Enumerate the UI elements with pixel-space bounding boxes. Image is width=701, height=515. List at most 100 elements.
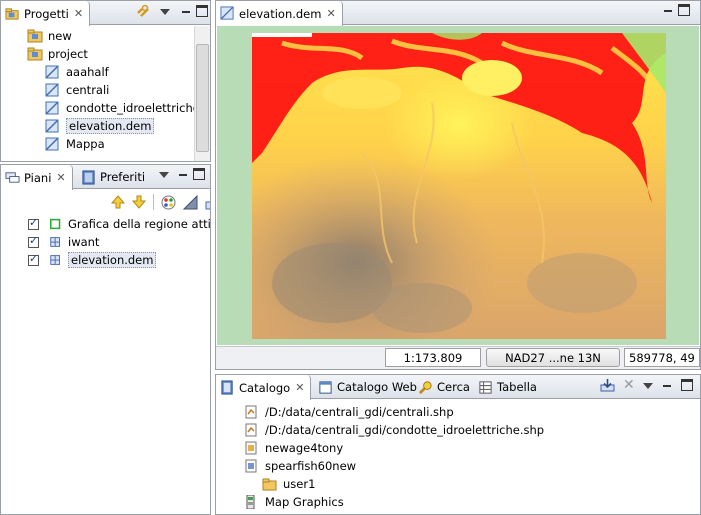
project-item[interactable]: project	[27, 45, 88, 63]
editor-controls	[662, 4, 690, 16]
maximize-icon[interactable]	[678, 4, 690, 16]
table-icon	[479, 380, 492, 394]
map-item[interactable]: condotte_idroelettriche	[45, 99, 200, 117]
catalog-item-label: user1	[283, 477, 316, 491]
grass-location-icon	[245, 441, 257, 455]
map-icon	[220, 6, 234, 20]
projects-view: Progetti ✕ new project aaahalf centrali …	[0, 0, 211, 162]
scrollbar-thumb[interactable]	[196, 44, 209, 152]
layer-item[interactable]: iwant	[28, 233, 99, 251]
map-editor: elevation.dem ✕ 1:173.809 NAD27 ...ne 13…	[215, 0, 701, 370]
move-up-icon[interactable]	[111, 195, 125, 209]
tab-catalogo-label: Catalogo	[239, 380, 291, 395]
tab-catalogo-web-label: Catalogo Web	[337, 380, 417, 394]
projects-icon	[5, 8, 19, 20]
minimize-icon[interactable]	[177, 168, 189, 180]
region-layer-icon	[49, 218, 61, 230]
view-menu-icon[interactable]	[160, 9, 170, 15]
minimize-icon[interactable]	[662, 4, 674, 16]
tab-catalogo-web[interactable]: Catalogo Web	[314, 375, 423, 399]
catalog-item[interactable]: user1	[262, 475, 315, 493]
layers-view-controls	[159, 168, 205, 180]
catalog-item[interactable]: /D:/data/centrali_gdi/condotte_idroelett…	[244, 421, 544, 439]
toolbar-separator	[153, 194, 154, 210]
map-icon	[45, 119, 59, 133]
map-icon	[45, 101, 59, 115]
layer-label: Grafica della regione attiva	[68, 217, 211, 231]
crs-value: NAD27 ...ne 13N	[505, 350, 601, 365]
tab-tabella[interactable]: Tabella	[474, 375, 543, 399]
raster-layer-icon	[50, 237, 60, 247]
crs-button[interactable]: NAD27 ...ne 13N	[486, 348, 620, 367]
catalog-item[interactable]: spearfish60new	[244, 457, 356, 475]
tab-catalogo[interactable]: Catalogo ✕	[216, 375, 312, 400]
project-label: new	[48, 29, 72, 43]
close-icon[interactable]: ✕	[56, 171, 65, 184]
maximize-icon[interactable]	[680, 379, 693, 391]
map-canvas[interactable]	[217, 26, 699, 345]
map-item[interactable]: aaahalf	[45, 63, 109, 81]
close-icon[interactable]: ✕	[74, 7, 83, 20]
layer-label: elevation.dem	[68, 252, 157, 268]
remove-icon[interactable]: ✕	[623, 378, 635, 392]
link-with-editor-icon[interactable]	[136, 4, 150, 18]
map-item[interactable]: centrali	[45, 81, 109, 99]
scale-readout[interactable]: 1:173.809	[385, 348, 481, 367]
project-item[interactable]: new	[27, 27, 72, 45]
tab-progetti-label: Progetti	[24, 6, 69, 21]
view-menu-icon[interactable]	[642, 383, 653, 389]
tab-progetti[interactable]: Progetti ✕	[1, 1, 91, 26]
layer-visibility-checkbox[interactable]	[28, 216, 39, 230]
minimize-icon[interactable]	[180, 5, 192, 17]
catalog-item[interactable]: /D:/data/centrali_gdi/centrali.shp	[244, 403, 454, 421]
search-icon	[418, 380, 432, 394]
bookmarks-icon	[82, 169, 95, 185]
minimize-icon[interactable]	[661, 379, 673, 391]
catalog-item-label: /D:/data/centrali_gdi/condotte_idroelett…	[265, 423, 545, 437]
tab-cerca[interactable]: Cerca	[414, 375, 476, 399]
map-item-selected[interactable]: elevation.dem	[45, 117, 155, 135]
color-palette-icon[interactable]	[161, 195, 176, 210]
map-icon	[45, 83, 59, 97]
find-layer-icon[interactable]	[205, 195, 211, 210]
maximize-icon[interactable]	[193, 168, 205, 180]
view-menu-icon[interactable]	[159, 172, 169, 178]
move-down-icon[interactable]	[132, 195, 146, 209]
layers-icon	[5, 172, 20, 183]
map-label: aaahalf	[66, 65, 109, 79]
tab-elevation-dem[interactable]: elevation.dem ✕	[216, 1, 343, 26]
tab-tabella-label: Tabella	[497, 380, 537, 394]
map-label: Mappa	[66, 137, 105, 151]
tab-preferiti[interactable]: Preferiti	[77, 165, 151, 189]
map-item[interactable]: Mappa	[45, 135, 105, 153]
map-label: centrali	[66, 83, 110, 97]
import-icon[interactable]	[600, 378, 615, 392]
close-icon[interactable]: ✕	[295, 381, 304, 394]
catalog-view: Catalogo ✕ Catalogo Web Cerca Tabella ✕ …	[215, 374, 701, 515]
layer-item-selected[interactable]: elevation.dem	[28, 251, 157, 269]
maximize-icon[interactable]	[196, 5, 208, 17]
projects-scrollbar[interactable]	[194, 26, 210, 161]
folder-icon	[262, 478, 277, 491]
editor-tabbar: elevation.dem ✕	[216, 1, 700, 26]
map-icon	[45, 65, 59, 79]
catalog-item[interactable]: newage4tony	[244, 439, 343, 457]
catalog-item[interactable]: Map Graphics	[244, 493, 344, 511]
tab-piani-label: Piani	[24, 170, 52, 185]
scale-value: 1:173.809	[403, 350, 463, 365]
layer-item[interactable]: Grafica della regione attiva	[28, 215, 211, 233]
project-folder-icon	[27, 29, 43, 43]
layers-view: Piani ✕ Preferiti Grafica della regione …	[0, 164, 211, 515]
shapefile-icon	[245, 423, 257, 437]
layer-visibility-checkbox[interactable]	[28, 234, 39, 248]
coordinates-readout: 589778, 49	[624, 348, 700, 367]
elevation-raster	[252, 33, 666, 339]
layer-visibility-checkbox[interactable]	[28, 252, 39, 266]
tab-piani[interactable]: Piani ✕	[1, 165, 73, 190]
shapefile-icon	[245, 405, 257, 419]
style-editor-icon[interactable]	[183, 194, 198, 210]
projects-tabbar: Progetti ✕	[1, 1, 210, 26]
close-icon[interactable]: ✕	[326, 7, 335, 20]
catalog-tabbar: Catalogo ✕ Catalogo Web Cerca Tabella ✕	[216, 375, 700, 400]
projects-view-controls	[136, 4, 208, 18]
